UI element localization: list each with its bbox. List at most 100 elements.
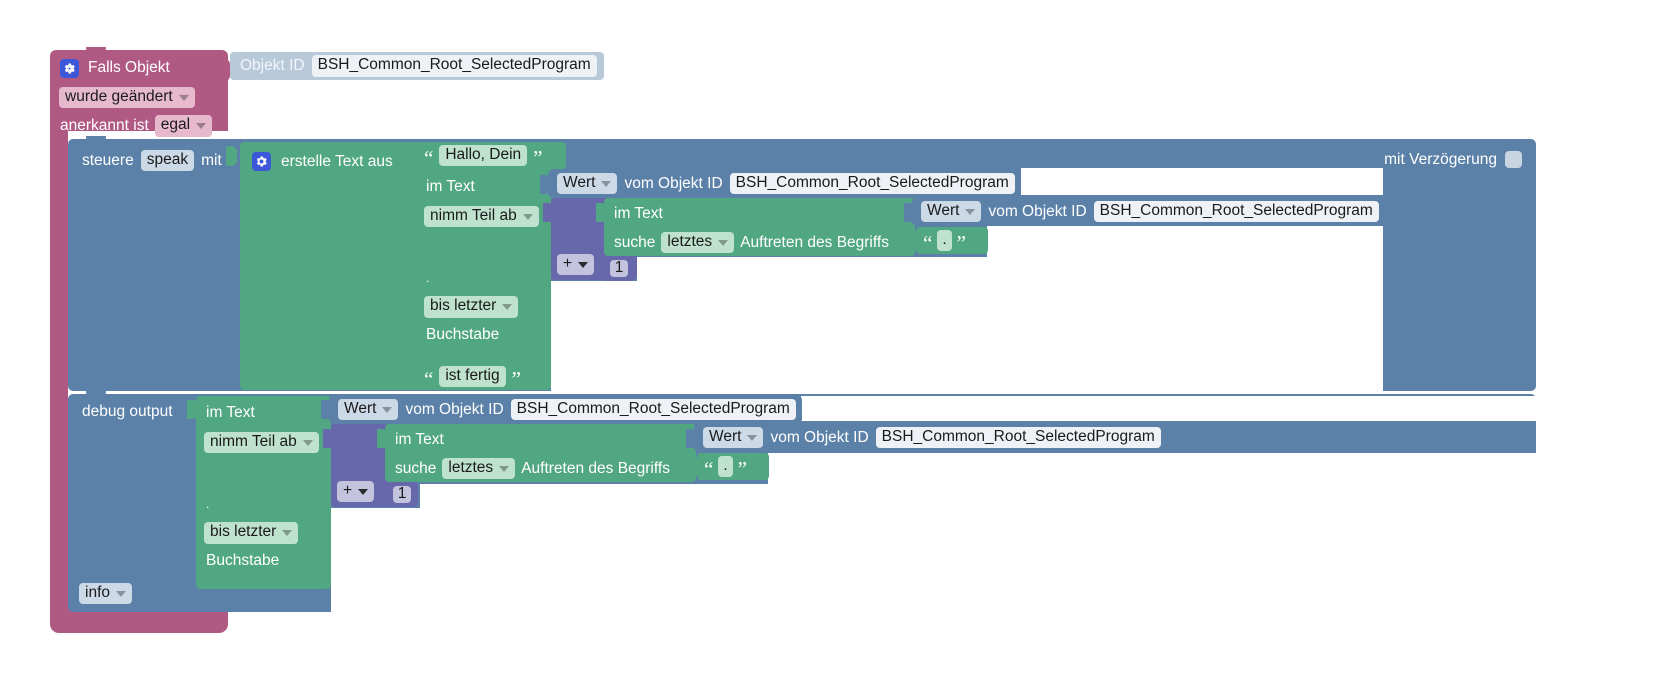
socket-term-1 bbox=[908, 231, 919, 250]
objekt-id-label: Objekt ID bbox=[240, 57, 305, 75]
erstelle-text-title: erstelle Text aus bbox=[281, 152, 393, 170]
socket-erstelle-text bbox=[226, 146, 237, 166]
control-workspace-hole-4 bbox=[987, 226, 1383, 257]
search-term-field-2[interactable]: . bbox=[718, 455, 733, 478]
index-of-block-2[interactable]: im Text suche letztes Auftreten des Begr… bbox=[385, 424, 696, 482]
text-string-field-fertig[interactable]: ist fertig bbox=[439, 365, 506, 388]
steuere-label: steuere bbox=[82, 151, 134, 169]
vom-objekt-id-label-2b: vom Objekt ID bbox=[770, 428, 869, 446]
substring-to-dropdown-1[interactable]: bis letzter bbox=[424, 296, 519, 318]
operator-dropdown-1[interactable]: + bbox=[557, 253, 595, 275]
socket-indexof-1 bbox=[596, 203, 607, 222]
blockly-workspace-canvas[interactable]: Falls Objekt wurde geändert anerkannt is… bbox=[0, 0, 1680, 700]
socket-fertig bbox=[406, 367, 417, 386]
close-quote-icon: ” bbox=[956, 231, 966, 256]
open-quote-icon: “ bbox=[424, 146, 434, 171]
gear-icon[interactable] bbox=[252, 152, 271, 171]
substring-im-text-label-1: im Text bbox=[426, 178, 475, 195]
control-inner-gap bbox=[1383, 146, 1385, 391]
number-field-2[interactable]: 1 bbox=[392, 485, 412, 504]
debug-workspace-hole-4 bbox=[768, 453, 1536, 484]
number-field-1[interactable]: 1 bbox=[609, 259, 629, 278]
substring-to-unit-2: Buchstabe bbox=[206, 551, 280, 569]
objekt-id-field-2b[interactable]: BSH_Common_Root_SelectedProgram bbox=[875, 426, 1161, 449]
suche-dropdown-1[interactable]: letztes bbox=[661, 232, 735, 254]
falls-objekt-trigger-block[interactable]: Falls Objekt wurde geändert anerkannt is… bbox=[50, 50, 230, 137]
search-term-block-1[interactable]: “ . ” bbox=[916, 227, 988, 254]
trigger-condition-dropdown[interactable]: wurde geändert bbox=[59, 87, 195, 109]
trigger-ack-dropdown[interactable]: egal bbox=[154, 115, 213, 137]
suche-label-2: suche bbox=[395, 459, 437, 477]
socket-substr-2 bbox=[187, 400, 198, 419]
wert-objekt-id-block-2b[interactable]: Wert vom Objekt ID BSH_Common_Root_Selec… bbox=[694, 424, 1165, 451]
text-string-block-fertig[interactable]: “ ist fertig ” bbox=[416, 363, 545, 390]
auftreten-label-2: Auftreten des Begriffs bbox=[521, 459, 670, 477]
gear-icon[interactable] bbox=[60, 58, 79, 78]
debug-output-title: debug output bbox=[82, 403, 173, 420]
objekt-id-field-1[interactable]: BSH_Common_Root_SelectedProgram bbox=[729, 172, 1015, 195]
delay-label: mit Verzögerung bbox=[1384, 150, 1497, 168]
search-term-field-1[interactable]: . bbox=[937, 229, 952, 252]
objekt-id-field[interactable]: BSH_Common_Root_SelectedProgram bbox=[311, 55, 597, 77]
ack-label: anerkannt ist bbox=[60, 117, 149, 135]
debug-workspace-hole-3 bbox=[801, 396, 1536, 421]
socket-wert-2b bbox=[686, 429, 697, 448]
notch-debug bbox=[86, 391, 106, 397]
close-quote-icon: ” bbox=[737, 457, 747, 482]
objekt-id-field-2[interactable]: BSH_Common_Root_SelectedProgram bbox=[510, 398, 796, 421]
debug-workspace-hole-2 bbox=[420, 484, 1536, 512]
socket-wert-1b bbox=[904, 203, 915, 222]
suche-dropdown-2[interactable]: letztes bbox=[442, 458, 516, 480]
wert-dropdown-2b[interactable]: Wert bbox=[703, 426, 764, 449]
index-of-block-1[interactable]: im Text suche letztes Auftreten des Begr… bbox=[604, 198, 915, 256]
substring-take-dropdown-2[interactable]: nimm Teil ab bbox=[204, 432, 319, 454]
substring-to-dropdown-2[interactable]: bis letzter bbox=[204, 522, 299, 544]
socket-term-2 bbox=[689, 457, 700, 476]
index-of-im-text-label-1: im Text bbox=[614, 205, 663, 222]
steuere-target-chip[interactable]: speak bbox=[140, 150, 195, 172]
trigger-statement-spine bbox=[50, 131, 68, 623]
wert-dropdown-1b[interactable]: Wert bbox=[921, 200, 982, 223]
socket-indexof-2 bbox=[377, 429, 388, 448]
objekt-id-field-1b[interactable]: BSH_Common_Root_SelectedProgram bbox=[1093, 200, 1379, 223]
steuere-mit-label: mit bbox=[201, 151, 222, 169]
wert-dropdown-1[interactable]: Wert bbox=[557, 172, 618, 195]
open-quote-icon: “ bbox=[704, 457, 714, 482]
close-quote-icon: ” bbox=[533, 146, 543, 171]
wert-objekt-id-block-1[interactable]: Wert vom Objekt ID BSH_Common_Root_Selec… bbox=[548, 170, 1021, 197]
objekt-id-value-block[interactable]: Objekt ID BSH_Common_Root_SelectedProgra… bbox=[230, 52, 604, 80]
close-quote-icon: ” bbox=[511, 367, 521, 392]
open-quote-icon: “ bbox=[923, 231, 933, 256]
trigger-title: Falls Objekt bbox=[88, 59, 170, 77]
control-workspace-hole bbox=[551, 281, 1383, 391]
wert-dropdown-2[interactable]: Wert bbox=[338, 398, 399, 421]
trigger-value-socket bbox=[220, 59, 230, 81]
control-workspace-hole-2 bbox=[637, 257, 1383, 287]
wert-objekt-id-block-2[interactable]: Wert vom Objekt ID BSH_Common_Root_Selec… bbox=[329, 396, 802, 423]
number-block-1[interactable]: 1 bbox=[603, 256, 635, 281]
substring-take-dropdown-1[interactable]: nimm Teil ab bbox=[424, 206, 539, 228]
substring-to-label-1: . bbox=[426, 271, 430, 286]
text-string-block-hallo[interactable]: “ Hallo, Dein ” bbox=[416, 142, 566, 169]
socket-hallo bbox=[406, 146, 417, 165]
control-workspace-hole-3 bbox=[1021, 168, 1383, 195]
search-term-block-2[interactable]: “ . ” bbox=[697, 453, 769, 480]
debug-workspace-hole-1 bbox=[331, 508, 1536, 612]
operator-dropdown-2[interactable]: + bbox=[337, 480, 375, 502]
text-string-field-hallo[interactable]: Hallo, Dein bbox=[439, 144, 528, 167]
notch-trigger-top bbox=[86, 47, 106, 53]
socket-wert-1 bbox=[540, 175, 551, 194]
number-block-2[interactable]: 1 bbox=[386, 482, 418, 507]
socket-arith-1 bbox=[543, 203, 554, 222]
substring-block-1[interactable]: im Text nimm Teil ab . bis letzter Buchs… bbox=[416, 170, 551, 363]
debug-level-dropdown[interactable]: info bbox=[79, 582, 132, 604]
vom-objekt-id-label-1b: vom Objekt ID bbox=[988, 202, 1087, 220]
substring-to-unit-1: Buchstabe bbox=[426, 325, 500, 343]
substring-to-label-2: . bbox=[206, 497, 210, 512]
socket-arith-2 bbox=[323, 429, 334, 448]
substring-block-2[interactable]: im Text nimm Teil ab . bis letzter Buchs… bbox=[196, 396, 331, 589]
substring-im-text-label-2: im Text bbox=[206, 404, 255, 421]
wert-objekt-id-block-1b[interactable]: Wert vom Objekt ID BSH_Common_Root_Selec… bbox=[912, 198, 1383, 225]
suche-label-1: suche bbox=[614, 233, 656, 251]
delay-checkbox[interactable] bbox=[1505, 151, 1522, 168]
